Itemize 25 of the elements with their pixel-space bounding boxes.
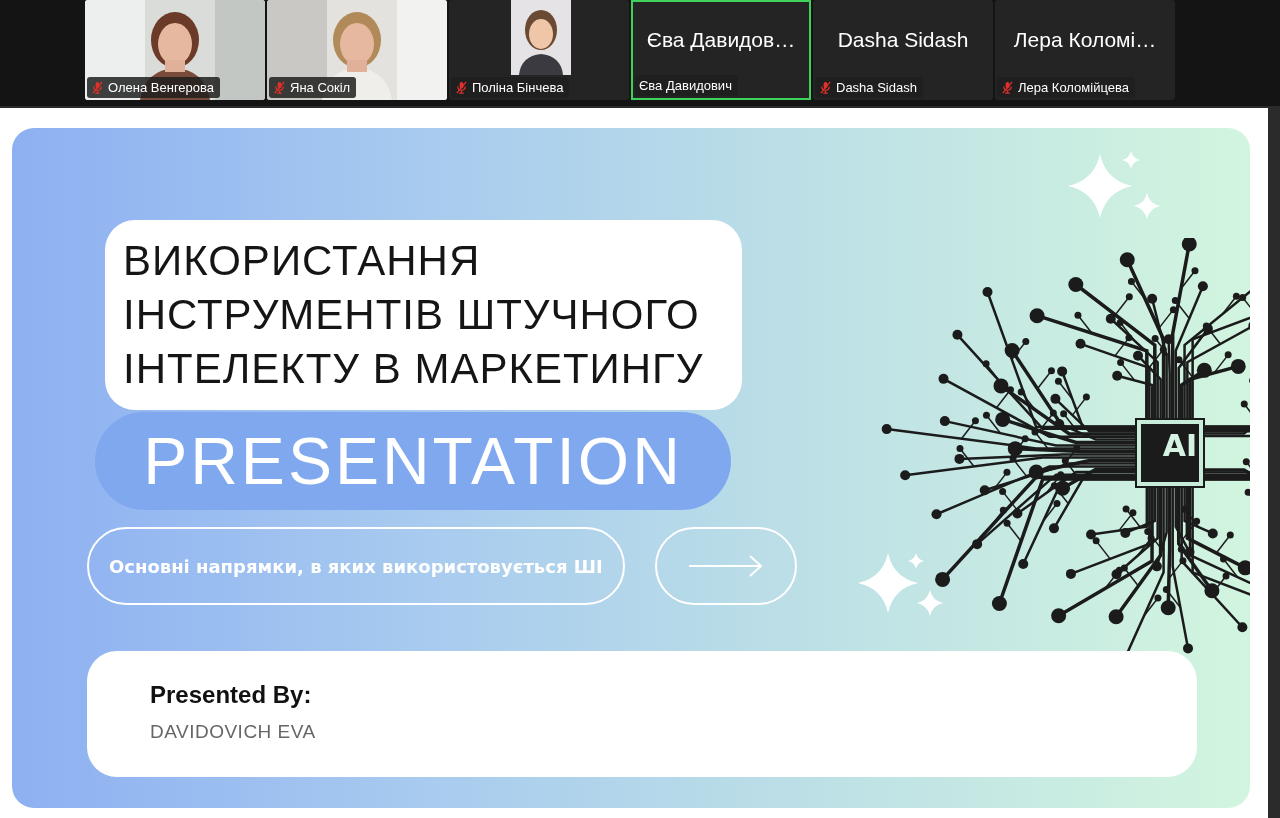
slide-title: ВИКОРИСТАННЯ <box>123 236 482 286</box>
participant-name: Поліна Бінчева <box>472 80 564 95</box>
sparkle-icon <box>1134 193 1160 219</box>
participant-name: Лера Коломі… <box>1013 28 1157 52</box>
participant-name: Dasha Sidash <box>837 28 969 52</box>
slide-title: ІНТЕЛЕКТУ В МАРКЕТИНГУ <box>123 344 704 394</box>
participant-tile[interactable]: Поліна Бінчева <box>449 0 629 100</box>
participant-name: Єва Давидов… <box>646 28 796 52</box>
slide-subtitle: PRESENTATION <box>143 423 683 499</box>
presented-by-label: Presented By: <box>150 681 313 709</box>
participant-name: Dasha Sidash <box>836 80 917 95</box>
chip-label: AI <box>1161 427 1199 465</box>
slide-title: ІНСТРУМЕНТІВ ШТУЧНОГО <box>123 290 701 340</box>
next-button[interactable] <box>654 527 797 605</box>
participant-tile[interactable]: Єва Давидов… Єва Давидович <box>631 0 811 100</box>
participant-name: Яна Сокіл <box>290 80 351 95</box>
arrow-icon <box>687 554 764 578</box>
participant-tile[interactable]: Олена Венгерова <box>85 0 265 100</box>
participant-tile[interactable]: Яна Сокіл <box>267 0 447 100</box>
participant-name: Олена Венгерова <box>108 80 215 95</box>
participant-name: Лера Коломійцева <box>1018 80 1129 95</box>
participant-tile[interactable]: Dasha Sidash Dasha Sidash <box>813 0 993 100</box>
participant-tile[interactable]: Лера Коломі… Лера Коломійцева <box>995 0 1175 100</box>
participant-name: Єва Давидович <box>639 78 732 93</box>
presenter-name: DAVIDOVICH EVA <box>150 721 317 743</box>
